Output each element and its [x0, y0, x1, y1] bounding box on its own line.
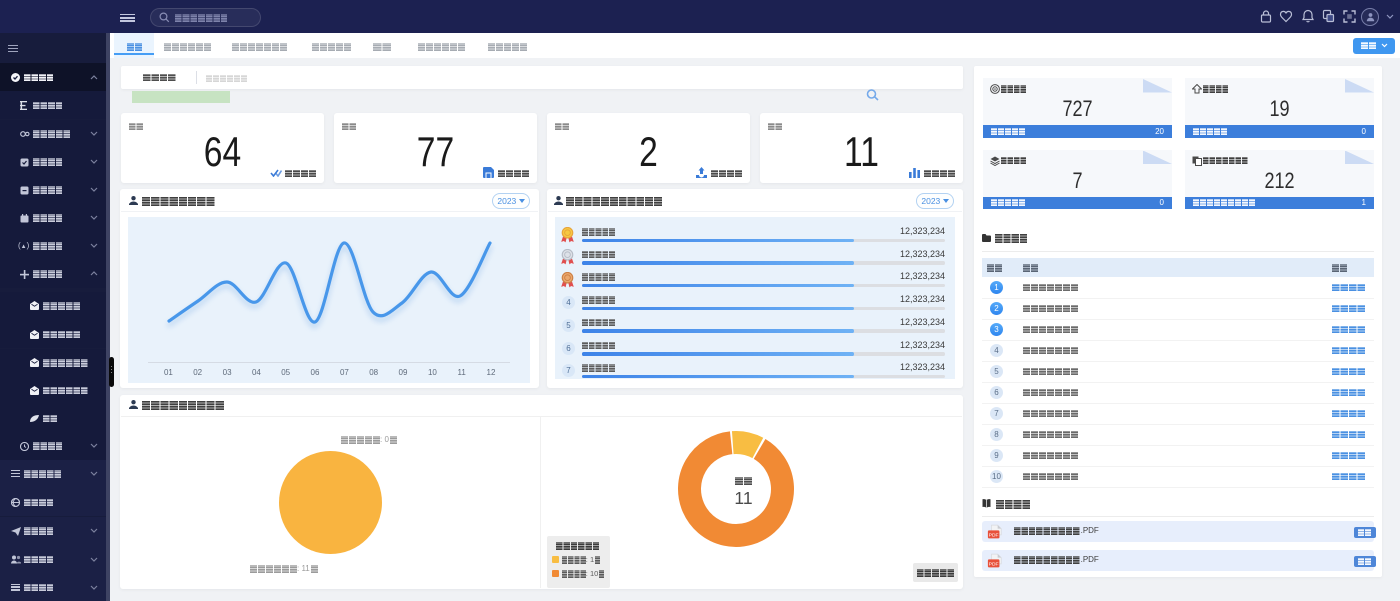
svg-text:PDF: PDF [989, 532, 999, 538]
svg-text:PDF: PDF [989, 561, 999, 567]
